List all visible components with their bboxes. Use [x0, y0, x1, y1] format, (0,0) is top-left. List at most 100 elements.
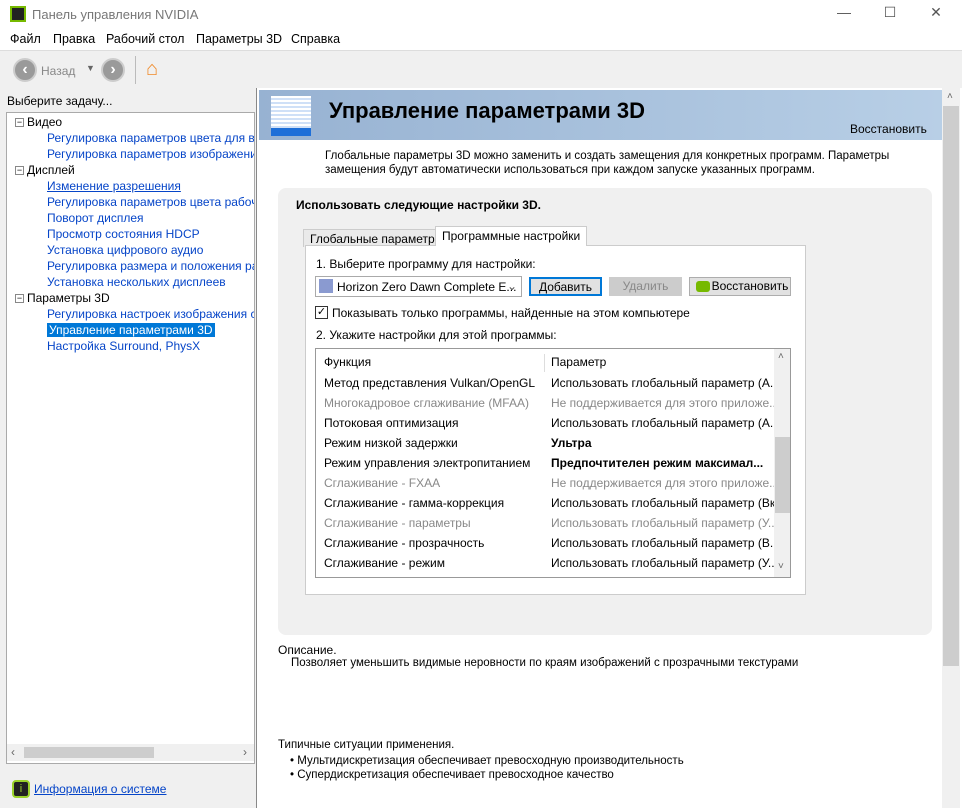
- table-row[interactable]: Сглаживание - FXAA Не поддерживается для …: [324, 473, 779, 493]
- parameter-cell[interactable]: Использовать глобальный параметр (У...: [551, 553, 778, 573]
- parameter-cell[interactable]: Использовать глобальный параметр (Вкл): [551, 493, 786, 513]
- column-header-function[interactable]: Функция: [324, 352, 371, 372]
- function-cell: Метод представления Vulkan/OpenGL: [324, 376, 536, 390]
- tree-item-label: Установка нескольких дисплеев: [47, 275, 226, 289]
- table-row[interactable]: Сглаживание - гамма-коррекция Использоват…: [324, 493, 786, 513]
- collapse-icon[interactable]: −: [15, 118, 24, 127]
- tree-item-label: Регулировка параметров изображения для в…: [47, 147, 254, 161]
- parameter-cell[interactable]: Не поддерживается для этого приложе...: [551, 473, 779, 493]
- scroll-thumb[interactable]: [24, 747, 154, 758]
- restore-button[interactable]: Восстановить: [689, 277, 791, 296]
- minimize-button[interactable]: —: [834, 4, 854, 22]
- menu-3d[interactable]: Параметры 3D: [196, 32, 282, 46]
- table-row[interactable]: Многокадровое сглаживание (MFAA) Не подде…: [324, 393, 779, 413]
- content-vertical-scrollbar[interactable]: ˄: [942, 88, 960, 808]
- parameter-cell[interactable]: Не поддерживается для этого приложе...: [551, 393, 779, 413]
- maximize-button[interactable]: ☐: [880, 4, 900, 22]
- restore-defaults-link[interactable]: Восстановить: [850, 122, 927, 136]
- table-row[interactable]: Метод представления Vulkan/OpenGL Использ…: [324, 373, 780, 393]
- tree-category[interactable]: − Видео: [15, 115, 62, 129]
- tab-program[interactable]: Программные настройки: [435, 226, 588, 246]
- show-only-found-checkbox[interactable]: ✓: [315, 306, 328, 319]
- table-scrollbar[interactable]: ˄ ˅: [774, 349, 790, 577]
- collapse-icon[interactable]: −: [15, 294, 24, 303]
- tree-item[interactable]: Установка нескольких дисплеев: [47, 275, 226, 289]
- tree-item[interactable]: Управление параметрами 3D: [47, 323, 215, 337]
- scroll-right-icon[interactable]: ›: [243, 745, 247, 759]
- forward-arrow-icon[interactable]: ›: [101, 58, 125, 82]
- tree-item[interactable]: Регулировка настроек изображения с просм…: [47, 307, 254, 321]
- parameter-cell[interactable]: Использовать глобальный параметр (А...: [551, 413, 780, 433]
- tree-item[interactable]: Просмотр состояния HDCP: [47, 227, 200, 241]
- program-icon: [319, 279, 333, 293]
- tree-item-label: Регулировка параметров цвета для видео: [47, 131, 255, 145]
- table-row[interactable]: Сглаживание - режим Использовать глобальн…: [324, 553, 778, 573]
- tree-item[interactable]: Регулировка размера и положения рабочего…: [47, 259, 254, 273]
- scroll-up-icon[interactable]: ˄: [778, 351, 784, 362]
- tree-item[interactable]: Установка цифрового аудио: [47, 243, 203, 257]
- tree-item-label: Поворот дисплея: [47, 211, 144, 225]
- typical-item-text: Мультидискретизация обеспечивает превосх…: [297, 755, 684, 767]
- tree-item[interactable]: Регулировка параметров цвета для видео: [47, 131, 255, 145]
- table-row[interactable]: Сглаживание - прозрачность Использовать г…: [324, 533, 780, 553]
- tree-horizontal-scrollbar[interactable]: ‹ ›: [7, 744, 254, 761]
- scroll-thumb[interactable]: [943, 106, 959, 666]
- parameter-cell[interactable]: Использовать глобальный параметр (А...: [551, 373, 780, 393]
- parameter-cell[interactable]: Использовать глобальный параметр (В...: [551, 533, 780, 553]
- history-dropdown-icon[interactable]: ▼: [86, 63, 95, 73]
- scroll-up-icon[interactable]: ˄: [947, 91, 953, 102]
- tree-category-label: Видео: [27, 115, 63, 129]
- description-text: Позволяет уменьшить видимые неровности п…: [291, 657, 799, 669]
- back-arrow-icon[interactable]: ‹: [13, 58, 37, 82]
- info-icon: i: [12, 780, 30, 798]
- tree-item-label: Просмотр состояния HDCP: [47, 227, 200, 241]
- table-header: Функция Параметр: [324, 352, 774, 372]
- menu-file[interactable]: Файл: [10, 32, 41, 46]
- add-button[interactable]: Добавить: [529, 277, 602, 296]
- restore-button-label: Восстановить: [711, 279, 789, 293]
- scroll-left-icon[interactable]: ‹: [11, 745, 15, 759]
- table-row[interactable]: Потоковая оптимизация Использовать глобал…: [324, 413, 780, 433]
- toolbar: ‹ Назад ▼ › ⌂: [0, 50, 962, 88]
- table-row[interactable]: Сглаживание - параметры Использовать глоб…: [324, 513, 778, 533]
- close-button[interactable]: ✕: [926, 4, 946, 22]
- 3d-cube-icon: [271, 96, 311, 136]
- parameter-cell[interactable]: Предпочтителен режим максимал...: [551, 453, 763, 473]
- tree-item[interactable]: Регулировка параметров изображения для в…: [47, 147, 254, 161]
- tree-item[interactable]: Изменение разрешения: [47, 179, 181, 193]
- program-select[interactable]: Horizon Zero Dawn Complete E... ⌄: [315, 276, 522, 297]
- tree-category[interactable]: − Параметры 3D: [15, 291, 110, 305]
- typical-item: • Супердискретизация обеспечивает превос…: [290, 769, 614, 781]
- scroll-thumb[interactable]: [775, 437, 790, 513]
- tree-item[interactable]: Настройка Surround, PhysX: [47, 339, 200, 353]
- menu-help[interactable]: Справка: [291, 32, 340, 46]
- tree-item-label: Установка цифрового аудио: [47, 243, 204, 257]
- function-cell: Потоковая оптимизация: [324, 416, 459, 430]
- tree-item[interactable]: Регулировка параметров цвета рабочего ст…: [47, 195, 254, 209]
- parameter-cell[interactable]: Использовать глобальный параметр (У...: [551, 513, 778, 533]
- table-row[interactable]: Режим низкой задержки Ультра: [324, 433, 774, 453]
- remove-button[interactable]: Удалить: [609, 277, 682, 296]
- tree-item-label: Регулировка настроек изображения с просм…: [47, 307, 254, 321]
- function-cell: Многокадровое сглаживание (MFAA): [324, 396, 529, 410]
- scroll-down-icon[interactable]: ˅: [778, 561, 784, 572]
- page-banner: Управление параметрами 3D Восстановить: [259, 90, 942, 140]
- task-tree: − Видео Регулировка параметров цвета для в…: [6, 112, 255, 764]
- tree-item[interactable]: Поворот дисплея: [47, 211, 144, 225]
- column-header-parameter[interactable]: Параметр: [551, 352, 606, 372]
- table-row[interactable]: Режим управления электропитанием Предпочт…: [324, 453, 774, 473]
- nvidia-logo-icon: [696, 281, 710, 292]
- collapse-icon[interactable]: −: [15, 166, 24, 175]
- tree-category[interactable]: − Дисплей: [15, 163, 75, 177]
- system-info-link[interactable]: Информация о системе: [34, 782, 166, 796]
- function-cell: Сглаживание - параметры: [324, 516, 471, 530]
- function-cell: Сглаживание - гамма-коррекция: [324, 496, 505, 510]
- menu-desktop[interactable]: Рабочий стол: [106, 32, 184, 46]
- parameter-cell[interactable]: Ультра: [551, 433, 592, 453]
- home-icon[interactable]: ⌂: [146, 58, 158, 81]
- tree-item-label: Настройка Surround, PhysX: [47, 339, 201, 353]
- menu-edit[interactable]: Правка: [53, 32, 95, 46]
- intro-text: Глобальные параметры 3D можно заменить и…: [325, 150, 890, 176]
- back-button[interactable]: Назад: [41, 64, 75, 78]
- window-title: Панель управления NVIDIA: [32, 7, 199, 22]
